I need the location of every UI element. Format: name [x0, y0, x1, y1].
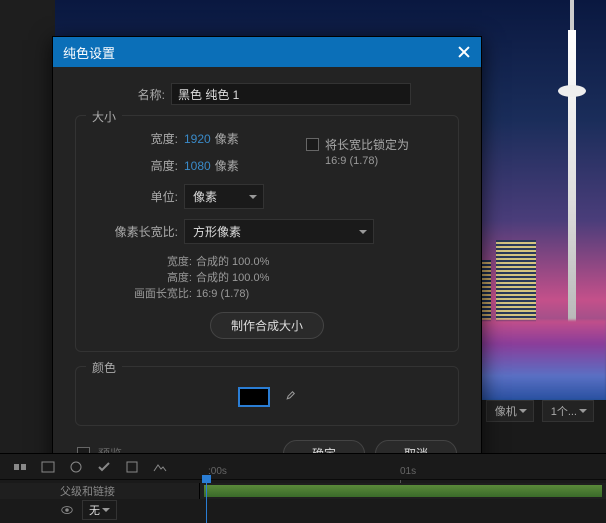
tool-icon-4[interactable] — [96, 459, 112, 475]
unit-select[interactable]: 像素 — [184, 184, 264, 209]
unit-label: 单位: — [88, 188, 184, 205]
height-unit: 像素 — [215, 157, 239, 174]
name-input[interactable] — [171, 83, 411, 105]
track-bar[interactable] — [204, 485, 602, 497]
info-height-label: 高度: — [118, 270, 196, 286]
info-width-value: 合成的 100.0% — [196, 254, 269, 270]
make-comp-size-button[interactable]: 制作合成大小 — [210, 312, 324, 339]
height-label: 高度: — [88, 157, 184, 174]
dialog-titlebar[interactable]: 纯色设置 — [53, 37, 481, 67]
timeline-panel: :00s 01s 父级和链接 无 — [0, 453, 606, 523]
lock-aspect-label: 将长宽比锁定为 — [325, 136, 409, 153]
playhead[interactable] — [206, 479, 207, 523]
info-frame-label: 画面长宽比: — [118, 286, 196, 302]
tool-icon-3[interactable] — [68, 459, 84, 475]
info-frame-value: 16:9 (1.78) — [196, 286, 249, 302]
par-select[interactable]: 方形像素 — [184, 219, 374, 244]
close-icon[interactable] — [457, 45, 471, 59]
eyedropper-icon[interactable] — [282, 390, 296, 404]
views-dropdown[interactable]: 1个... — [542, 400, 594, 422]
lock-aspect-value: 16:9 (1.78) — [306, 155, 446, 167]
dialog-title: 纯色设置 — [63, 43, 115, 62]
color-fieldset: 颜色 — [75, 366, 459, 426]
width-label: 宽度: — [88, 130, 184, 147]
solid-settings-dialog: 纯色设置 名称: 大小 宽度: 1920 像素 高度: 1080 — [52, 36, 482, 486]
tool-icon-2[interactable] — [40, 459, 56, 475]
camera-dropdown[interactable]: 像机 — [486, 400, 534, 422]
height-value[interactable]: 1080 — [184, 159, 211, 173]
name-label: 名称: — [75, 86, 171, 103]
size-legend: 大小 — [86, 108, 122, 125]
color-legend: 颜色 — [86, 359, 122, 376]
color-swatch[interactable] — [238, 387, 270, 407]
visibility-icon[interactable] — [60, 503, 74, 517]
left-panel — [0, 0, 55, 523]
info-height-value: 合成的 100.0% — [196, 270, 269, 286]
width-unit: 像素 — [215, 130, 239, 147]
size-fieldset: 大小 宽度: 1920 像素 高度: 1080 像素 — [75, 115, 459, 352]
tool-icon-1[interactable] — [12, 459, 28, 475]
track-header-label: 父级和链接 — [0, 483, 200, 499]
time-tick-1: 01s — [400, 466, 416, 477]
tool-icon-6[interactable] — [152, 459, 168, 475]
tool-icon-5[interactable] — [124, 459, 140, 475]
par-label: 像素长宽比: — [88, 223, 184, 240]
width-value[interactable]: 1920 — [184, 132, 211, 146]
layer-parent-select[interactable]: 无 — [82, 500, 117, 520]
info-width-label: 宽度: — [118, 254, 196, 270]
lock-aspect-checkbox[interactable] — [306, 138, 319, 151]
